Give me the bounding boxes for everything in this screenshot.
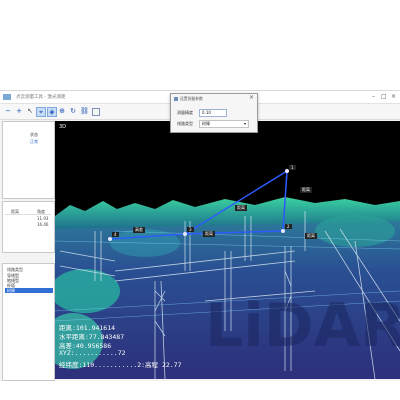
rotate-icon[interactable]: ↻ xyxy=(69,107,77,115)
measure-icon[interactable]: ⌖ xyxy=(36,107,46,117)
list-item-selected[interactable]: 树障 xyxy=(5,288,53,293)
maximize-icon[interactable]: □ xyxy=(381,93,387,100)
dialog-icon xyxy=(174,97,178,101)
point-cloud-viewport[interactable]: LiDAR 3D 1 2 3 4 距离 距离 距离 高差 距离 距离:101.9… xyxy=(55,121,400,379)
zoom-icon[interactable]: ⊕ xyxy=(58,107,66,115)
chevron-down-icon: ▾ xyxy=(243,121,246,126)
line-type-value: 树障 xyxy=(202,121,210,126)
segment-label: 距离 xyxy=(300,187,312,193)
app-window: 点云测量工具 - 激光测距 – □ × − + ↖ ⌖ ◈ ⊕ ↻ ⛓ 状态 正… xyxy=(0,90,400,381)
table-cell: 11.93 xyxy=(37,216,49,221)
minimize-icon[interactable]: – xyxy=(372,93,375,100)
precision-input[interactable]: 0.10 xyxy=(199,109,227,117)
plus-icon[interactable]: + xyxy=(15,107,23,115)
close-icon[interactable]: × xyxy=(391,93,396,100)
settings-dialog: 设置测量参数 × 测量精度 0.10 线路类型 树障 ▾ xyxy=(170,93,258,133)
window-title: 点云测量工具 - 激光测距 xyxy=(16,95,66,100)
status-value: 正常 xyxy=(30,139,38,144)
precision-label: 测量精度 xyxy=(177,110,193,115)
pointer-icon[interactable]: ↖ xyxy=(26,107,34,115)
table-cell: 16.46 xyxy=(37,222,49,227)
hud-xyz: XYZ:...........72 xyxy=(59,349,126,357)
segment-label: 高差 xyxy=(133,227,145,233)
status-panel: 状态 正常 xyxy=(2,121,55,199)
watermark-text: LiDAR xyxy=(205,291,400,361)
segment-label: 距离 xyxy=(305,233,317,239)
measure-table-panel: 距离 角度 11.93 16.46 xyxy=(2,201,55,253)
select-tool-icon[interactable]: ◈ xyxy=(47,107,57,117)
minus-icon[interactable]: − xyxy=(4,107,12,115)
divider xyxy=(5,214,51,215)
point-label: 1 xyxy=(289,165,296,170)
line-type-select[interactable]: 树障 ▾ xyxy=(199,120,249,128)
point-label: 2 xyxy=(285,224,292,229)
segment-label: 距离 xyxy=(235,205,247,211)
grid-icon[interactable] xyxy=(92,108,100,116)
line-type-panel: 线路类型 导线型 地线型 杆塔 树障 xyxy=(2,263,55,381)
point-label: 4 xyxy=(112,232,119,237)
app-icon xyxy=(3,94,11,100)
status-header: 状态 xyxy=(30,132,38,137)
hud-coordinates: 经纬度:110...........2:高程 22.77 xyxy=(59,361,182,369)
point-label: 3 xyxy=(187,227,194,232)
line-type-label: 线路类型 xyxy=(177,121,193,126)
close-icon[interactable]: × xyxy=(249,94,254,101)
link-icon[interactable]: ⛓ xyxy=(80,107,89,115)
dialog-title: 设置测量参数 xyxy=(180,96,203,101)
segment-label: 距离 xyxy=(203,231,215,237)
view-mode-label: 3D xyxy=(59,124,67,130)
